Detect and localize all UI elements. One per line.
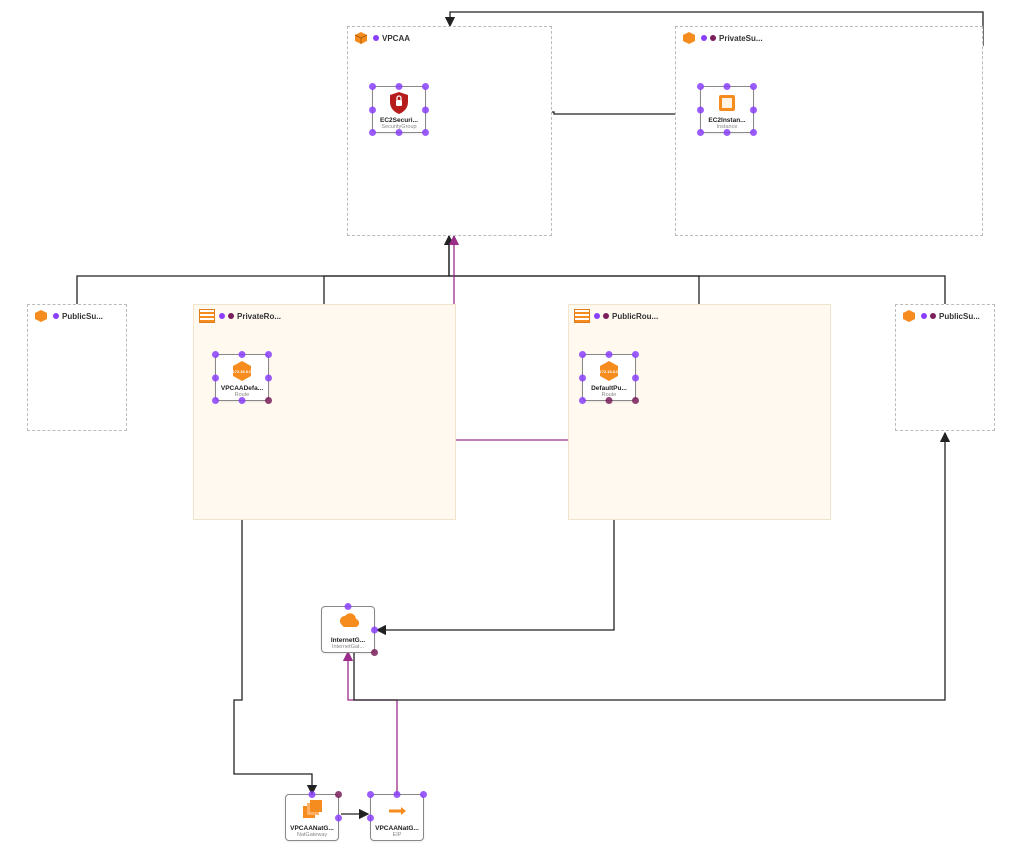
- container-label: PrivateSu...: [719, 34, 763, 43]
- node-vpcaa-default-route[interactable]: 172.16.0.0 VPCAADefa... Route: [215, 354, 269, 401]
- anchor-dot: [701, 35, 707, 41]
- node-sublabel: Instance: [703, 124, 751, 130]
- anchor-dot: [53, 313, 59, 319]
- anchor-dot: [228, 313, 234, 319]
- aws-subnet-icon: [32, 307, 50, 325]
- node-default-public-route[interactable]: 172.16.0.0 DefaultPu... Route: [582, 354, 636, 401]
- aws-subnet-icon: [680, 29, 698, 47]
- edge-privaterou-to-vpcaa: [324, 236, 449, 304]
- internet-gateway-icon: [335, 610, 361, 636]
- node-ec2-instance[interactable]: EC2Instan... Instance: [700, 86, 754, 133]
- svg-text:172.16.0.0: 172.16.0.0: [600, 369, 620, 374]
- node-label: VPCAADefa...: [218, 385, 266, 392]
- node-label: DefaultPu...: [585, 385, 633, 392]
- node-security-group[interactable]: EC2Securi... SecurityGroup: [372, 86, 426, 133]
- node-internet-gateway[interactable]: InternetG... InternetGat...: [321, 606, 375, 653]
- container-publicsu-left[interactable]: PublicSu...: [27, 304, 127, 431]
- anchor-dot: [373, 35, 379, 41]
- container-label: PrivateRo...: [237, 312, 281, 321]
- node-eip[interactable]: VPCAANatG... EIP: [370, 794, 424, 841]
- node-sublabel: EIP: [373, 832, 421, 838]
- route-table-icon: [573, 307, 591, 325]
- shield-lock-icon: [386, 90, 412, 116]
- anchor-dot: [921, 313, 927, 319]
- node-sublabel: SecurityGroup: [375, 124, 423, 130]
- container-publicrou[interactable]: PublicRou...: [568, 304, 831, 520]
- edge-eip-to-igw: [348, 652, 397, 794]
- container-label: PublicSu...: [939, 312, 980, 321]
- route-icon: 172.16.0.0: [596, 358, 622, 384]
- container-label: PublicRou...: [612, 312, 658, 321]
- node-label: EC2Instan...: [703, 117, 751, 124]
- node-sublabel: InternetGat...: [324, 644, 372, 650]
- node-label: EC2Securi...: [375, 117, 423, 124]
- edge-publicrou-to-vpcaa: [449, 276, 699, 304]
- node-sublabel: NatGateway: [288, 832, 336, 838]
- node-sublabel: Route: [218, 392, 266, 398]
- anchor-dot: [603, 313, 609, 319]
- anchor-dot: [710, 35, 716, 41]
- node-label: VPCAANatG...: [373, 825, 421, 832]
- nat-gateway-icon: [299, 798, 325, 824]
- container-publicsu-right[interactable]: PublicSu...: [895, 304, 995, 431]
- container-privaterou[interactable]: PrivateRo...: [193, 304, 456, 520]
- anchor-dot: [594, 313, 600, 319]
- container-label: VPCAA: [382, 34, 410, 43]
- node-label: InternetG...: [324, 637, 372, 644]
- node-nat-gateway[interactable]: VPCAANatG... NatGateway: [285, 794, 339, 841]
- anchor-dot: [219, 313, 225, 319]
- edge-publicsul-to-vpcaa: [77, 236, 449, 304]
- eip-icon: [384, 798, 410, 824]
- svg-text:172.16.0.0: 172.16.0.0: [233, 369, 253, 374]
- route-icon: 172.16.0.0: [229, 358, 255, 384]
- aws-vpc-icon: [352, 29, 370, 47]
- container-label: PublicSu...: [62, 312, 103, 321]
- node-label: VPCAANatG...: [288, 825, 336, 832]
- ec2-instance-icon: [714, 90, 740, 116]
- node-sublabel: Route: [585, 392, 633, 398]
- aws-subnet-icon: [900, 307, 918, 325]
- anchor-dot: [930, 313, 936, 319]
- route-table-icon: [198, 307, 216, 325]
- edge-publicsur-to-vpcaa: [449, 276, 945, 304]
